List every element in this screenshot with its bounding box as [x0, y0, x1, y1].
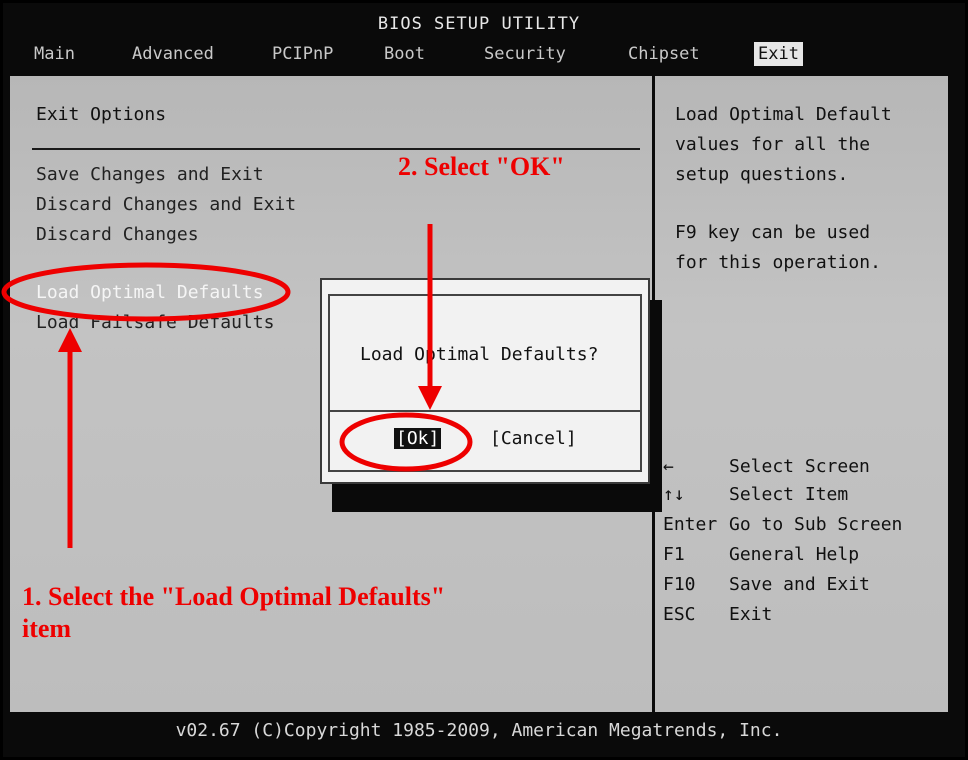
annotation-step1: 1. Select the "Load Optimal Defaults" [22, 582, 446, 611]
highlight-ellipse-ok [339, 412, 473, 472]
annotation-overlay [1, 224, 473, 548]
annotation-step1-cont: item [22, 614, 72, 643]
arrow-up-head-icon [58, 328, 82, 352]
arrow-down-head-icon [418, 386, 442, 410]
annotation-step2: 2. Select "OK" [398, 152, 565, 181]
highlight-ellipse-load-defaults [1, 262, 291, 322]
